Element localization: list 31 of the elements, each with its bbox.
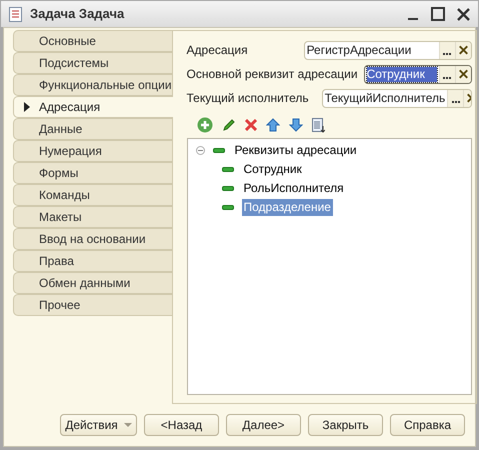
tab[interactable]: Формы: [13, 162, 172, 184]
tab[interactable]: Основные: [13, 30, 172, 52]
input-field[interactable]: РегистрАдресации: [304, 40, 472, 60]
dialog-button[interactable]: Далее>: [226, 414, 301, 436]
field-label: Текущий исполнитель: [186, 90, 310, 107]
field-label: Адресация: [186, 42, 249, 59]
tab[interactable]: Подсистемы: [13, 52, 172, 74]
tree-item[interactable]: Реквизиты адресации: [232, 142, 359, 159]
tree-item[interactable]: РольИсполнителя: [242, 180, 346, 197]
tab[interactable]: Прочее: [13, 294, 172, 316]
tab[interactable]: Ввод на основании: [13, 228, 172, 250]
tab[interactable]: Права: [13, 250, 172, 272]
dialog-button[interactable]: Закрыть: [308, 414, 383, 436]
dialog-button[interactable]: <Назад: [144, 414, 219, 436]
field-value: Сотрудник: [366, 66, 437, 82]
menu-button[interactable]: Действия: [60, 414, 137, 436]
tab[interactable]: Обмен данными: [13, 272, 172, 294]
field-label: Основной реквизит адресации: [186, 66, 358, 83]
input-field[interactable]: Сотрудник: [364, 64, 472, 84]
tab[interactable]: Адресация: [13, 96, 173, 118]
window-title: Задача Задача: [30, 5, 126, 24]
field-value: ТекущийИсполнитель: [324, 90, 446, 106]
tab[interactable]: Нумерация: [13, 140, 172, 162]
tab[interactable]: Данные: [13, 118, 172, 140]
tab[interactable]: Функциональные опции: [13, 74, 172, 96]
tree-item[interactable]: Сотрудник: [242, 161, 304, 178]
field-value: РегистрАдресации: [306, 42, 412, 58]
dialog-button[interactable]: Справка: [390, 414, 465, 436]
tab[interactable]: Макеты: [13, 206, 172, 228]
tab[interactable]: Команды: [13, 184, 172, 206]
input-field[interactable]: ТекущийИсполнитель: [322, 88, 472, 108]
